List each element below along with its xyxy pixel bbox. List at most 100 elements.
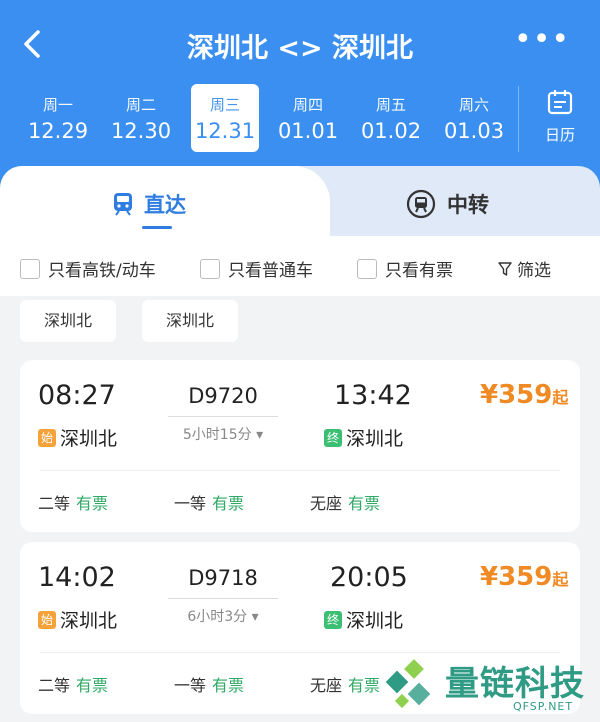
price-value: ¥359 — [480, 380, 553, 410]
from-station: 始 深圳北 — [38, 606, 117, 633]
seat-status: 有票 — [348, 676, 381, 695]
seat-no-seat: 无座 有票 — [310, 672, 380, 696]
checkbox[interactable] — [20, 258, 40, 279]
tab-bar: 直达 中转 — [0, 166, 600, 236]
date-item-thu[interactable]: 周四 01.01 — [274, 84, 342, 152]
seat-status: 有票 — [76, 676, 109, 695]
watermark-logo-icon — [385, 659, 431, 709]
to-station: 终 深圳北 — [324, 424, 403, 451]
end-badge: 终 — [324, 428, 342, 447]
more-button[interactable]: ••• — [514, 25, 569, 58]
tab-transfer[interactable]: 中转 — [405, 184, 489, 224]
seat-second-class: 二等 有票 — [38, 490, 108, 514]
calendar-icon — [547, 90, 573, 115]
more-horizontal-icon: ••• — [514, 22, 571, 57]
checkbox[interactable] — [357, 258, 377, 279]
price-suffix: 起 — [552, 388, 569, 407]
seat-status: 有票 — [76, 494, 109, 513]
tab-direct-label: 直达 — [144, 193, 186, 217]
watermark-subtext: QFSP.NET — [513, 700, 574, 713]
date-item-wed-selected[interactable]: 周三 12.31 — [191, 84, 259, 152]
date-weekday: 周五 — [375, 96, 406, 114]
filter-regular-label: 只看普通车 — [228, 261, 313, 281]
filter-available-label: 只看有票 — [385, 261, 453, 281]
price: ¥359起 — [480, 562, 568, 592]
to-station-name: 深圳北 — [346, 428, 404, 450]
date-weekday: 周六 — [458, 96, 489, 114]
seat-type: 一等 — [174, 676, 207, 695]
calendar-divider — [518, 86, 519, 152]
duration[interactable]: 6小时3分 ▾ — [168, 606, 278, 626]
start-badge: 始 — [38, 428, 56, 447]
from-station-name: 深圳北 — [60, 610, 118, 632]
duration[interactable]: 5小时15分 ▾ — [168, 424, 278, 444]
filter-regular[interactable]: 只看普通车 — [200, 256, 313, 281]
date-value: 01.02 — [360, 119, 422, 143]
tab-transfer-label: 中转 — [447, 193, 489, 217]
transfer-train-icon — [406, 189, 436, 219]
station-chip-to[interactable]: 深圳北 — [142, 300, 239, 342]
date-item-mon[interactable]: 周一 12.29 — [24, 84, 92, 152]
duration-text: 6小时3分 — [187, 609, 248, 625]
card-divider — [40, 470, 560, 471]
train-number: D9720 — [188, 384, 258, 408]
date-value: 12.30 — [110, 119, 172, 143]
filter-available[interactable]: 只看有票 — [357, 256, 453, 281]
train-number: D9718 — [188, 566, 258, 590]
nav-bar: 深圳北 <> 深圳北 ••• — [0, 0, 600, 88]
page-title: 深圳北 <> 深圳北 — [186, 33, 414, 64]
date-item-tue[interactable]: 周二 12.30 — [107, 84, 175, 152]
from-station: 始 深圳北 — [38, 424, 117, 451]
tab-direct[interactable]: 直达 — [110, 184, 186, 224]
seat-status: 有票 — [348, 494, 381, 513]
date-value: 01.03 — [443, 119, 505, 143]
start-badge: 始 — [38, 610, 56, 629]
seat-first-class: 一等 有票 — [174, 490, 244, 514]
depart-time: 14:02 — [38, 562, 116, 593]
seat-second-class: 二等 有票 — [38, 672, 108, 696]
date-value: 12.29 — [27, 119, 89, 143]
duration-text: 5小时15分 — [182, 427, 252, 443]
duration-line — [168, 416, 278, 417]
calendar-button[interactable]: 日历 — [530, 88, 590, 150]
train-icon — [114, 193, 132, 216]
checkbox[interactable] — [200, 258, 220, 279]
seat-first-class: 一等 有票 — [174, 672, 244, 696]
date-weekday: 周四 — [292, 96, 323, 114]
date-value: 01.01 — [277, 119, 339, 143]
end-badge: 终 — [324, 610, 342, 629]
arrive-time: 13:42 — [334, 380, 412, 411]
duration-line — [168, 598, 278, 599]
station-chip-from[interactable]: 深圳北 — [20, 300, 117, 342]
date-weekday: 周一 — [42, 96, 73, 114]
filter-row: 只看高铁/动车 只看普通车 只看有票 筛选 — [0, 236, 600, 296]
caret-down-icon: ▾ — [251, 609, 259, 625]
date-item-fri[interactable]: 周五 01.02 — [357, 84, 425, 152]
calendar-label: 日历 — [544, 126, 575, 144]
train-card[interactable]: 08:27 始 深圳北 D9720 5小时15分 ▾ 13:42 终 深圳北 ¥… — [20, 360, 580, 532]
filter-high-speed[interactable]: 只看高铁/动车 — [20, 256, 156, 281]
seat-no-seat: 无座 有票 — [310, 490, 380, 514]
depart-time: 08:27 — [38, 380, 116, 411]
date-weekday: 周三 — [209, 96, 240, 114]
date-weekday: 周二 — [125, 96, 156, 114]
to-station: 终 深圳北 — [324, 606, 403, 633]
arrive-time: 20:05 — [330, 562, 408, 593]
date-strip: 周一 12.29 周二 12.30 周三 12.31 周四 01.01 周五 0… — [0, 84, 520, 152]
seat-status: 有票 — [212, 494, 245, 513]
seat-type: 一等 — [174, 494, 207, 513]
caret-down-icon: ▾ — [256, 427, 264, 443]
filter-button[interactable]: 筛选 — [497, 256, 551, 281]
seat-type: 无座 — [310, 494, 343, 513]
price-value: ¥359 — [480, 562, 553, 592]
to-station-name: 深圳北 — [346, 610, 404, 632]
seat-status: 有票 — [212, 676, 245, 695]
watermark-text: 量链科技 — [445, 664, 585, 704]
active-tab-indicator — [142, 226, 172, 229]
funnel-icon — [498, 261, 512, 276]
seat-type: 二等 — [38, 676, 71, 695]
date-value: 12.31 — [194, 119, 256, 143]
filter-button-label: 筛选 — [517, 261, 551, 281]
date-item-sat[interactable]: 周六 01.03 — [440, 84, 508, 152]
filter-high-speed-label: 只看高铁/动车 — [48, 261, 156, 281]
